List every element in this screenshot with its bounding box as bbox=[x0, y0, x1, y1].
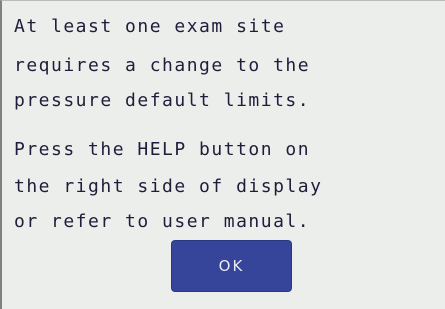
message-line-5: the right side of display bbox=[14, 176, 323, 197]
message-line-3: pressure default limits. bbox=[14, 90, 311, 111]
message-text: At least one exam site requires a change… bbox=[14, 1, 445, 232]
message-line-1: At least one exam site bbox=[14, 16, 286, 37]
device-screen: At least one exam site requires a change… bbox=[0, 0, 445, 309]
message-line-2: requires a change to the bbox=[14, 55, 311, 76]
message-line-6: or refer to user manual. bbox=[14, 211, 311, 232]
message-line-4: Press the HELP button on bbox=[14, 139, 311, 160]
ok-button[interactable]: OK bbox=[172, 241, 291, 291]
